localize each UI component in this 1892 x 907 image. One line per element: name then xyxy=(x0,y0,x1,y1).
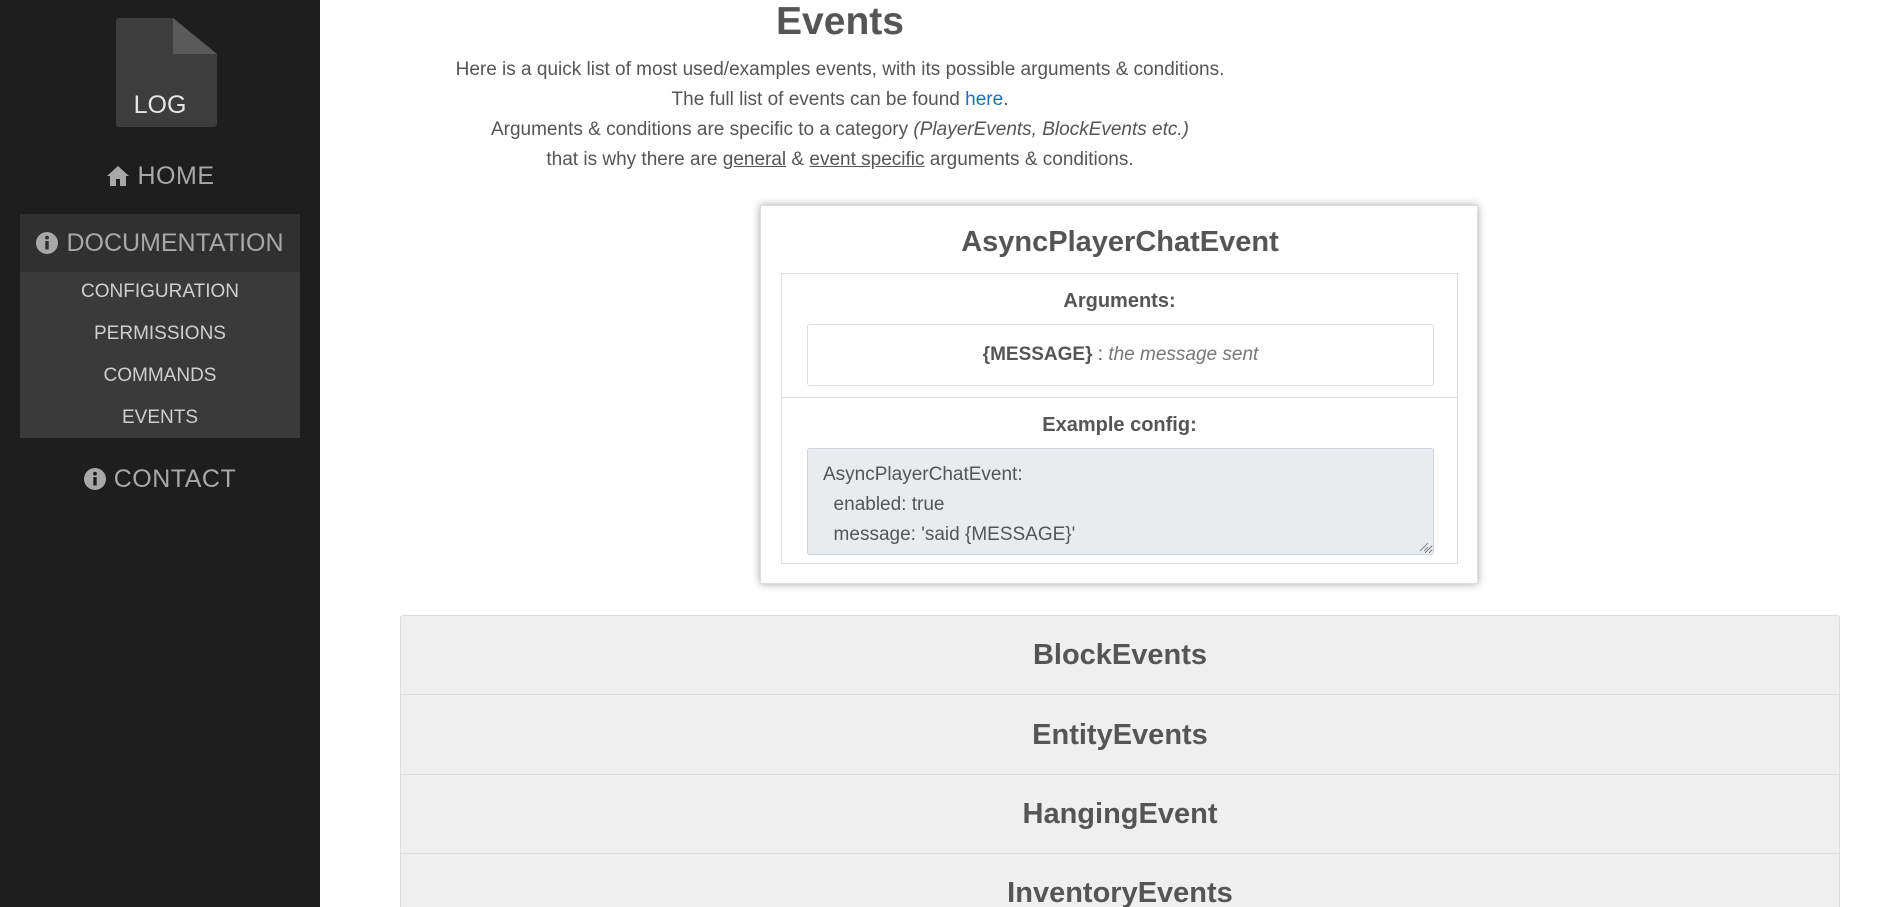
intro-text: Arguments & conditions are specific to a… xyxy=(490,119,914,140)
event-card-body: Arguments: {MESSAGE} : the message sent … xyxy=(781,273,1458,564)
intro-line-2: The full list of events can be found her… xyxy=(40,85,1640,115)
argument-description: the message sent xyxy=(1108,344,1259,365)
accordion-entity-events[interactable]: EntityEvents xyxy=(401,696,1839,775)
card-divider xyxy=(782,397,1457,398)
nav-contact[interactable]: CONTACT xyxy=(0,461,320,497)
intro-text: . xyxy=(1003,89,1009,110)
nav-configuration[interactable]: CONFIGURATION xyxy=(20,273,300,311)
nav-documentation-label: DOCUMENTATION xyxy=(66,228,284,257)
intro-text: The full list of events can be found xyxy=(671,89,966,110)
info-icon xyxy=(83,468,106,490)
event-card-title: AsyncPlayerChatEvent xyxy=(961,226,1279,258)
arguments-box: {MESSAGE} : the message sent xyxy=(807,324,1434,386)
event-categories-accordion: BlockEvents EntityEvents HangingEvent In… xyxy=(400,615,1840,907)
intro-italic: (PlayerEvents, BlockEvents etc.) xyxy=(913,119,1190,140)
resize-handle-icon[interactable] xyxy=(1419,542,1429,552)
nav-events[interactable]: EVENTS xyxy=(20,399,300,437)
intro-text: arguments & conditions. xyxy=(924,149,1134,170)
intro-text: Here is a quick list of most used/exampl… xyxy=(455,59,1225,80)
intro-line-4: that is why there are general & event sp… xyxy=(40,145,1640,175)
accordion-block-events[interactable]: BlockEvents xyxy=(401,616,1839,695)
nav-permissions[interactable]: PERMISSIONS xyxy=(20,315,300,353)
documentation-section: DOCUMENTATION CONFIGURATION PERMISSIONS … xyxy=(20,214,300,438)
intro-line-1: Here is a quick list of most used/exampl… xyxy=(40,55,1640,85)
example-config-label: Example config: xyxy=(1042,414,1197,436)
page-title: Events xyxy=(776,0,904,43)
accordion-inventory-events[interactable]: InventoryEvents xyxy=(401,854,1839,907)
intro-line-3: Arguments & conditions are specific to a… xyxy=(40,115,1640,145)
events-list-link[interactable]: here xyxy=(965,89,1003,110)
event-specific-term: event specific xyxy=(809,149,925,170)
intro-text: & xyxy=(786,149,810,170)
arguments-label: Arguments: xyxy=(1063,290,1176,312)
argument-name: {MESSAGE} xyxy=(982,344,1093,365)
nav-contact-label: CONTACT xyxy=(113,464,237,493)
argument-separator: : xyxy=(1092,344,1109,365)
info-icon xyxy=(36,232,59,254)
main-content: Events Here is a quick list of most used… xyxy=(320,0,1892,907)
event-card: AsyncPlayerChatEvent Arguments: {MESSAGE… xyxy=(760,205,1478,584)
nav-commands[interactable]: COMMANDS xyxy=(20,357,300,395)
nav-documentation[interactable]: DOCUMENTATION xyxy=(20,214,300,272)
intro-text: that is why there are xyxy=(546,149,723,170)
accordion-hanging-event[interactable]: HangingEvent xyxy=(401,775,1839,854)
general-term: general xyxy=(722,149,787,170)
example-config-textarea[interactable]: AsyncPlayerChatEvent: enabled: true mess… xyxy=(807,448,1434,555)
